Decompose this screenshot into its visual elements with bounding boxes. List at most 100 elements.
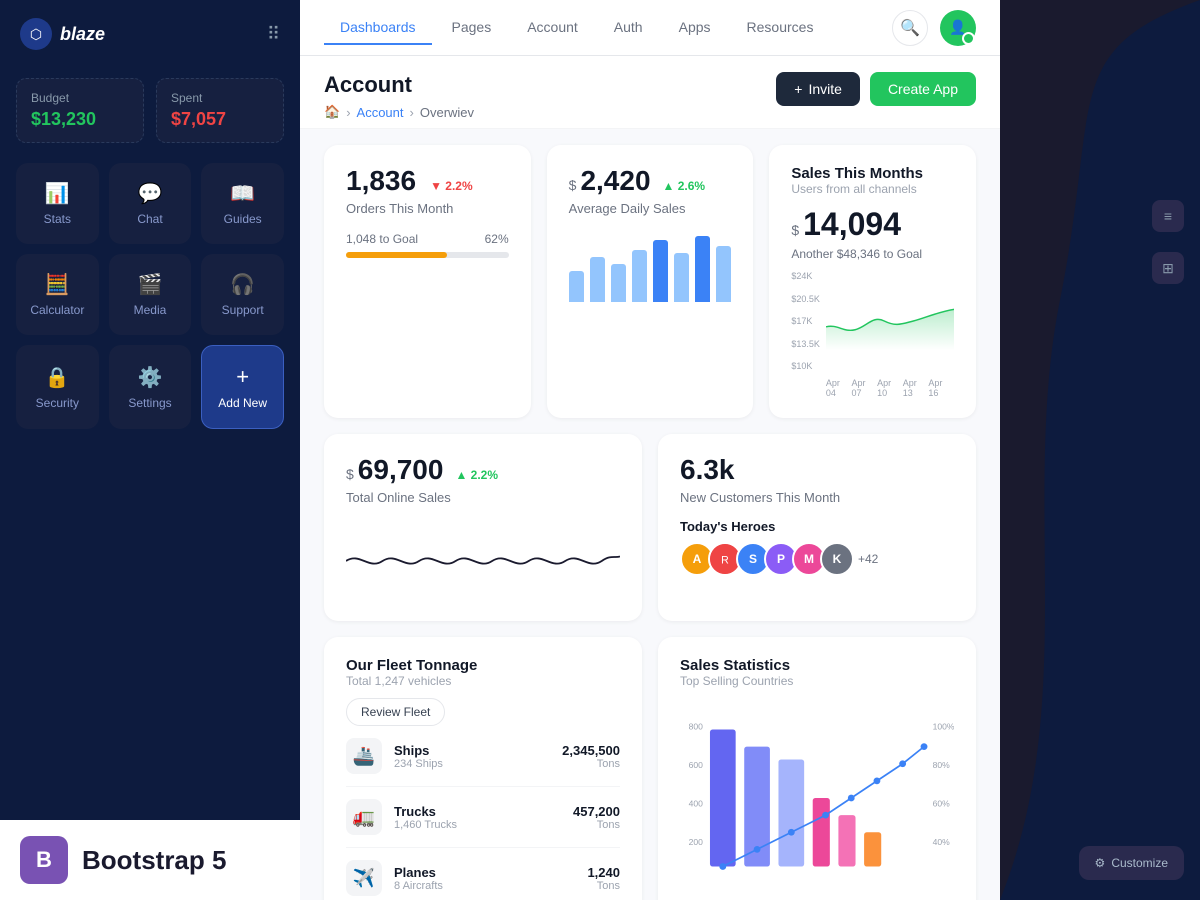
guides-icon: 📖 [230, 181, 255, 206]
sidebar-item-support[interactable]: 🎧 Support [201, 254, 284, 335]
panel-icon-2[interactable]: ⊞ [1152, 252, 1184, 284]
page-actions: + Invite Create App [776, 72, 976, 106]
sales-month-card: Sales This Months Users from all channel… [769, 145, 976, 418]
add-new-icon: + [236, 364, 249, 390]
page-header-left: Account 🏠 › Account › Overwiev [324, 72, 474, 120]
trucks-icon: 🚛 [346, 799, 382, 835]
customize-label: Customize [1111, 856, 1168, 870]
search-button[interactable]: 🔍 [892, 10, 928, 46]
tab-resources[interactable]: Resources [731, 11, 830, 45]
trucks-value: 457,200 [573, 804, 620, 819]
top-nav-right: 🔍 👤 [892, 10, 976, 46]
planes-name: Planes [394, 865, 443, 880]
daily-currency: $ [569, 177, 577, 193]
support-label: Support [222, 303, 264, 317]
budget-label: Budget [31, 91, 129, 105]
nav-grid: 📊 Stats 💬 Chat 📖 Guides 🧮 Calculator 🎬 M… [0, 163, 300, 429]
stats-row-2: $ 69,700 ▲ 2.2% Total Online Sales 6.3k … [324, 434, 976, 621]
planes-value: 1,240 [587, 865, 620, 880]
sidebar: ⬡ blaze ⠿ Budget $13,230 Spent $7,057 📊 … [0, 0, 300, 900]
ships-icon: 🚢 [346, 738, 382, 774]
fleet-row: Our Fleet Tonnage Total 1,247 vehicles R… [324, 637, 976, 900]
online-sales-change: ▲ 2.2% [455, 468, 498, 482]
tab-pages[interactable]: Pages [436, 11, 508, 45]
app-name: blaze [60, 24, 105, 45]
customize-icon: ⚙ [1095, 856, 1106, 870]
panel-icon-1[interactable]: ≡ [1152, 200, 1184, 232]
y-axis: $24K $20.5K $17K $13.5K $10K [791, 271, 826, 371]
media-icon: 🎬 [138, 272, 163, 297]
logo-area: ⬡ blaze [20, 18, 105, 50]
sales-stats-card: Sales Statistics Top Selling Countries 8… [658, 637, 976, 900]
new-customers-value: 6.3k [680, 454, 735, 486]
daily-sales-label: Average Daily Sales [569, 201, 732, 216]
sidebar-item-stats[interactable]: 📊 Stats [16, 163, 99, 244]
sales-month-amount: 14,094 [803, 206, 901, 243]
wavy-svg [346, 521, 620, 601]
create-app-button[interactable]: Create App [870, 72, 976, 106]
ships-unit: Tons [562, 758, 620, 770]
sales-stats-title: Sales Statistics [680, 657, 954, 674]
fleet-item-trucks: 🚛 Trucks 1,460 Trucks 457,200 Tons [346, 787, 620, 848]
fleet-item-ships: 🚢 Ships 234 Ships 2,345,500 Tons [346, 726, 620, 787]
panel-icons: ≡ ⊞ [1152, 200, 1184, 284]
orders-progress: 1,048 to Goal 62% [346, 232, 509, 258]
review-fleet-button[interactable]: Review Fleet [346, 698, 445, 726]
bar-1 [569, 271, 584, 303]
sidebar-header: ⬡ blaze ⠿ [0, 0, 300, 68]
svg-text:800: 800 [689, 722, 704, 732]
breadcrumb-account[interactable]: Account [357, 105, 404, 120]
ships-value: 2,345,500 [562, 743, 620, 758]
breadcrumb: 🏠 › Account › Overwiev [324, 104, 474, 120]
hero-avatars: A S P M K +42 [680, 542, 954, 576]
tab-auth[interactable]: Auth [598, 11, 659, 45]
online-currency: $ [346, 466, 354, 482]
chat-label: Chat [137, 212, 162, 226]
svg-text:600: 600 [689, 760, 704, 770]
support-icon: 🎧 [230, 272, 255, 297]
bar-4 [632, 250, 647, 303]
calculator-icon: 🧮 [45, 272, 70, 297]
trucks-name: Trucks [394, 804, 457, 819]
wavy-line [346, 556, 620, 563]
bar-5 [653, 240, 668, 302]
customers-card: 6.3k New Customers This Month Today's He… [658, 434, 976, 621]
bar-6 [674, 253, 689, 302]
invite-button[interactable]: + Invite [776, 72, 860, 106]
spent-card: Spent $7,057 [156, 78, 284, 143]
breadcrumb-overview: Overwiev [420, 105, 474, 120]
add-new-label: Add New [218, 396, 267, 410]
tab-dashboards[interactable]: Dashboards [324, 11, 432, 45]
sidebar-item-guides[interactable]: 📖 Guides [201, 163, 284, 244]
menu-icon[interactable]: ⠿ [267, 24, 280, 45]
page-header: Account 🏠 › Account › Overwiev + Invite … [300, 56, 1000, 129]
sidebar-item-media[interactable]: 🎬 Media [109, 254, 192, 335]
sales-chart-wrap: $24K $20.5K $17K $13.5K $10K [791, 271, 954, 398]
svg-text:200: 200 [689, 837, 704, 847]
orders-value: 1,836 [346, 165, 416, 197]
media-label: Media [134, 303, 167, 317]
tab-apps[interactable]: Apps [663, 11, 727, 45]
panel-curve [1000, 0, 1200, 900]
stats-icon: 📊 [45, 181, 70, 206]
budget-card: Budget $13,230 [16, 78, 144, 143]
trucks-unit: Tons [573, 819, 620, 831]
fleet-item-planes: ✈️ Planes 8 Aircrafts 1,240 Tons [346, 848, 620, 900]
main-content: Dashboards Pages Account Auth Apps Resou… [300, 0, 1000, 900]
sidebar-item-security[interactable]: 🔒 Security [16, 345, 99, 429]
sidebar-item-settings[interactable]: ⚙️ Settings [109, 345, 192, 429]
sidebar-item-chat[interactable]: 💬 Chat [109, 163, 192, 244]
breadcrumb-home[interactable]: 🏠 [324, 104, 340, 120]
tab-account[interactable]: Account [511, 11, 594, 45]
customize-button[interactable]: ⚙ Customize [1079, 846, 1184, 880]
orders-label: Orders This Month [346, 201, 509, 216]
sidebar-item-add-new[interactable]: + Add New [201, 345, 284, 429]
bootstrap-badge: B Bootstrap 5 [0, 820, 300, 900]
settings-label: Settings [128, 396, 171, 410]
online-sales-card: $ 69,700 ▲ 2.2% Total Online Sales [324, 434, 642, 621]
right-panel: ≡ ⊞ ⚙ Customize [1000, 0, 1200, 900]
planes-icon: ✈️ [346, 860, 382, 896]
budget-value: $13,230 [31, 109, 129, 130]
user-avatar[interactable]: 👤 [940, 10, 976, 46]
sidebar-item-calculator[interactable]: 🧮 Calculator [16, 254, 99, 335]
